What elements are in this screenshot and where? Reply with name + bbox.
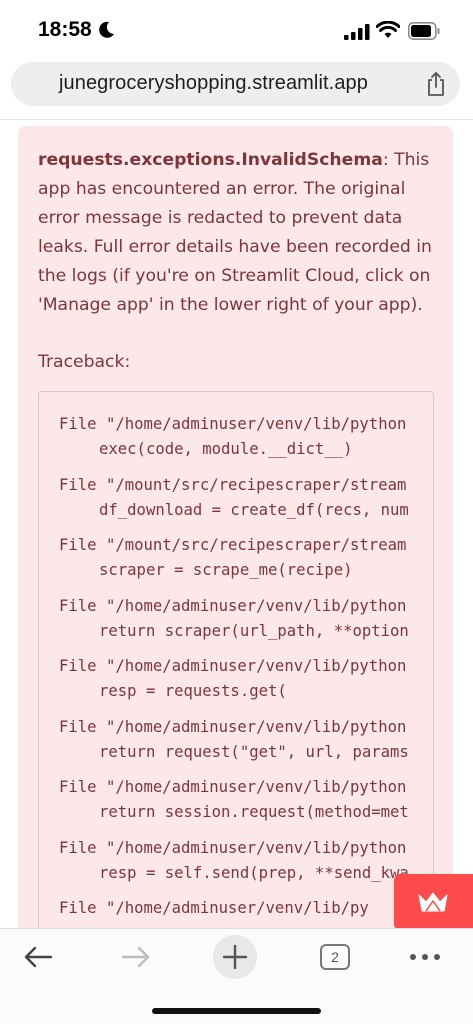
exception-name: requests.exceptions.InvalidSchema [38, 150, 383, 170]
wifi-icon [376, 21, 400, 38]
traceback-file-line: File "/home/adminuser/venv/lib/python [59, 838, 407, 857]
plus-icon [222, 944, 248, 970]
traceback-file-line: File "/home/adminuser/venv/lib/python [59, 596, 407, 615]
address-bar[interactable]: junegroceryshopping.streamlit.app [11, 62, 460, 106]
status-bar: 18:58 [0, 0, 473, 56]
traceback-file-line: File "/home/adminuser/venv/lib/python [59, 778, 407, 796]
traceback-entry: File "/home/adminuser/venv/lib/python re… [59, 836, 409, 897]
traceback-file-line: File "/home/adminuser/venv/lib/python [59, 415, 407, 433]
traceback-entry: File "/mount/src/recipescraper/stream sc… [59, 533, 409, 594]
traceback-code-block[interactable]: File "/home/adminuser/venv/lib/python ex… [38, 391, 434, 928]
moon-icon [99, 21, 114, 38]
cellular-signal-icon [344, 24, 370, 40]
traceback-file-line: File "/home/adminuser/venv/lib/python [59, 717, 407, 736]
traceback-label: Traceback: [38, 352, 131, 372]
tab-count: 2 [320, 944, 350, 970]
traceback-code-line: df_download = create_df(recs, num [99, 500, 409, 519]
arrow-left-icon[interactable] [22, 937, 54, 977]
ellipsis-icon[interactable] [408, 937, 442, 977]
traceback-file-line: File "/home/adminuser/venv/lib/python [59, 657, 407, 675]
content-divider [0, 119, 473, 120]
error-description: : This app has encountered an error. The… [38, 150, 432, 315]
traceback-code-line [59, 921, 409, 928]
traceback-code-line: resp = self.send(prep, **send_kwa [99, 863, 409, 882]
traceback-code-line: return request("get", url, params [99, 742, 409, 761]
url-text[interactable]: junegroceryshopping.streamlit.app [11, 72, 416, 95]
traceback-file-line: File "/home/adminuser/venv/lib/py [59, 899, 369, 917]
traceback-code-line: exec(code, module.__dict__) [99, 440, 353, 458]
browser-toolbar: 2 [0, 928, 473, 1024]
traceback-entry: File "/home/adminuser/venv/lib/py [59, 896, 409, 928]
traceback-file-line: File "/mount/src/recipescraper/stream [59, 536, 407, 554]
status-time: 18:58 [38, 18, 92, 41]
traceback-entry: File "/home/adminuser/venv/lib/python re… [59, 594, 409, 655]
error-message: requests.exceptions.InvalidSchema: This … [38, 146, 443, 320]
battery-icon [408, 22, 440, 40]
traceback-entry: File "/home/adminuser/venv/lib/python ex… [59, 412, 409, 473]
traceback-file-line: File "/mount/src/recipescraper/stream [59, 475, 407, 494]
streamlit-badge-button[interactable] [394, 874, 473, 930]
new-tab-button[interactable] [213, 935, 257, 979]
traceback-entry: File "/mount/src/recipescraper/stream df… [59, 473, 409, 534]
traceback-code-line: resp = requests.get( [99, 682, 287, 700]
tabs-button[interactable]: 2 [320, 937, 350, 977]
traceback-code-line: return session.request(method=met [99, 803, 409, 821]
crown-icon [418, 892, 448, 912]
traceback-entry: File "/home/adminuser/venv/lib/python re… [59, 715, 409, 776]
home-indicator[interactable] [152, 1008, 321, 1014]
traceback-entry: File "/home/adminuser/venv/lib/python re… [59, 654, 409, 715]
traceback-code-line: scraper = scrape_me(recipe) [99, 561, 353, 579]
page-content: requests.exceptions.InvalidSchema: This … [0, 116, 473, 928]
traceback-code-line: return scraper(url_path, **option [99, 621, 409, 640]
share-icon[interactable] [424, 71, 448, 97]
arrow-right-icon[interactable] [120, 937, 152, 977]
traceback-entry: File "/home/adminuser/venv/lib/python re… [59, 775, 409, 836]
